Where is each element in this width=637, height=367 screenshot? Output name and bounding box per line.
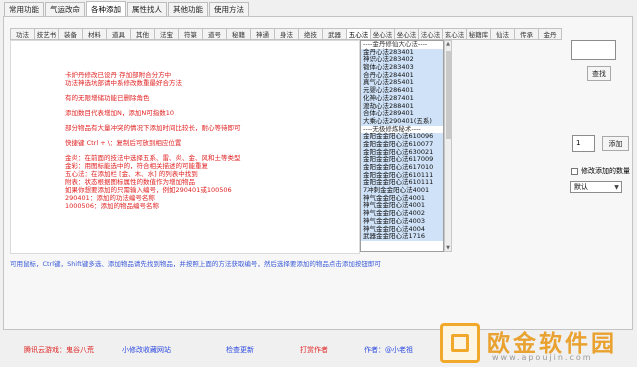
instruction-line: 金彩：用图标能选中的，符合相关描述的可能重复 (65, 162, 208, 170)
modify-count-option[interactable]: 修改添加的数量 (571, 166, 630, 176)
sub-tab[interactable]: 坐心法 (394, 28, 418, 40)
instruction-line: 金炎：在前面的技法中选择五系、雷、炎、金、风和土等类型 (65, 154, 241, 162)
instruction-line: 附表：状态根据图标属性的数值作为增加物品 (65, 178, 195, 186)
chevron-down-icon: ▼ (614, 183, 619, 191)
sub-tab[interactable]: 装备 (58, 28, 82, 40)
sub-tab[interactable]: 坐心法 (370, 28, 394, 40)
add-button[interactable]: 添加 (602, 136, 629, 151)
instruction-line: 有的无限增储功能已删除角色 (65, 94, 150, 102)
instruction-line: 1000506：添加的物品编号名称 (65, 202, 159, 210)
search-button[interactable]: 查找 (587, 66, 611, 81)
search-input[interactable] (571, 40, 616, 60)
instruction-line: 添加数目代表增加N，添加N可指数10 (65, 109, 174, 117)
sub-tab[interactable]: 玄心法 (442, 28, 466, 40)
instruction-line: 如果你想要添加的只需输入编号，例如290401或100506 (65, 186, 232, 194)
list-item[interactable]: 武器金金阳心法1716 (361, 232, 443, 241)
sub-tab-five-heart[interactable]: 五心法 (346, 28, 370, 40)
sub-tab[interactable]: 仙法 (490, 28, 514, 40)
instructions-panel: 卡炉丹修改已设丹 存加部附合分方中 功法神选坑部请中系修改数重最好合方法 有的无… (10, 40, 360, 254)
usage-hint: 可用鼠标，Ctrl键，Shift键多选、添加物品请先找到物品，并按照上面的方法获… (10, 260, 381, 268)
instruction-line: 功法神选坑部请中系修改数重最好合方法 (65, 79, 182, 87)
instruction-line: 部分物品有大量冲突的情况下添加时间比较长，耐心等待即可 (65, 124, 241, 132)
instruction-line: 五心法：在添加栏 [金、木、水] 的列表中找到 (65, 170, 198, 178)
author-link[interactable]: 作者：@小老祖 (364, 345, 413, 355)
footer-game-link[interactable]: 腾讯云游戏：鬼谷八荒 (24, 345, 94, 355)
skill-listbox[interactable]: ----金丹修仙大心法---- 金丹心法283401 神识心法283402 锻体… (360, 40, 444, 252)
instruction-line: 290401：添加的功法编号名称 (65, 194, 155, 202)
sub-tab[interactable]: 传承 (514, 28, 538, 40)
app-window: 常用功能 气运改命 各种添加 属性找人 其他功能 使用方法 功法 技艺书 装备 … (0, 0, 637, 367)
sub-tab[interactable]: 法宝 (154, 28, 178, 40)
tab-usage[interactable]: 使用方法 (209, 2, 249, 16)
donate-link[interactable]: 打赏作者 (300, 345, 328, 355)
tab-add[interactable]: 各种添加 (86, 1, 126, 16)
instruction-line (65, 87, 355, 94)
instruction-line: 快捷键 Ctrl + \：复制后可放到相应位置 (65, 139, 182, 147)
sub-tab[interactable]: 秘籍 (226, 28, 250, 40)
sub-tab[interactable]: 符箓 (178, 28, 202, 40)
modify-count-label: 修改添加的数量 (581, 167, 630, 175)
scroll-thumb[interactable] (446, 51, 451, 139)
scroll-down-icon[interactable]: ▼ (445, 245, 451, 251)
sub-tab[interactable]: 材料 (82, 28, 106, 40)
sub-tab[interactable]: 身法 (274, 28, 298, 40)
sub-tab[interactable]: 道具 (106, 28, 130, 40)
sub-tab[interactable]: 绝技 (298, 28, 322, 40)
logo-icon (440, 323, 480, 363)
instruction-line: 卡炉丹修改已设丹 存加部附合分方中 (65, 71, 172, 79)
tab-other[interactable]: 其他功能 (168, 2, 208, 16)
sub-tab[interactable]: 法心法 (418, 28, 442, 40)
logo-url: www.apoujin.com (492, 353, 593, 362)
instruction-line (65, 117, 355, 124)
sub-tab[interactable]: 其他 (130, 28, 154, 40)
sub-tab[interactable]: 武器 (322, 28, 346, 40)
listbox-scrollbar[interactable]: ▲ ▼ (444, 40, 452, 252)
tab-fortune[interactable]: 气运改命 (45, 2, 85, 16)
instruction-line (65, 132, 355, 139)
check-update-link[interactable]: 检查更新 (226, 345, 254, 355)
scroll-up-icon[interactable]: ▲ (445, 41, 451, 47)
sub-tab[interactable]: 神通 (250, 28, 274, 40)
sub-tab[interactable]: 技艺书 (34, 28, 58, 40)
quantity-input[interactable]: 1 (572, 135, 595, 152)
watermark-logo: 欧金软件园 www.apoujin.com (440, 320, 635, 365)
footer-site-link[interactable]: 小修改收藏网站 (122, 345, 171, 355)
sub-tab[interactable]: 秘籍库 (466, 28, 490, 40)
sub-tab[interactable]: 道号 (202, 28, 226, 40)
mode-select-value: 默认 (574, 183, 588, 191)
mode-select[interactable]: 默认 ▼ (570, 181, 622, 193)
instructions-text: 卡炉丹修改已设丹 存加部附合分方中 功法神选坑部请中系修改数重最好合方法 有的无… (65, 71, 355, 210)
instruction-line (65, 102, 355, 109)
sub-tab[interactable]: 金丹 (538, 28, 562, 40)
top-tab-bar: 常用功能 气运改命 各种添加 属性找人 其他功能 使用方法 (4, 1, 249, 17)
sub-tab[interactable]: 功法 (10, 28, 34, 40)
tab-common[interactable]: 常用功能 (4, 2, 44, 16)
tab-find-person[interactable]: 属性找人 (127, 2, 167, 16)
instruction-line (65, 147, 355, 154)
modify-count-checkbox[interactable] (571, 167, 578, 175)
